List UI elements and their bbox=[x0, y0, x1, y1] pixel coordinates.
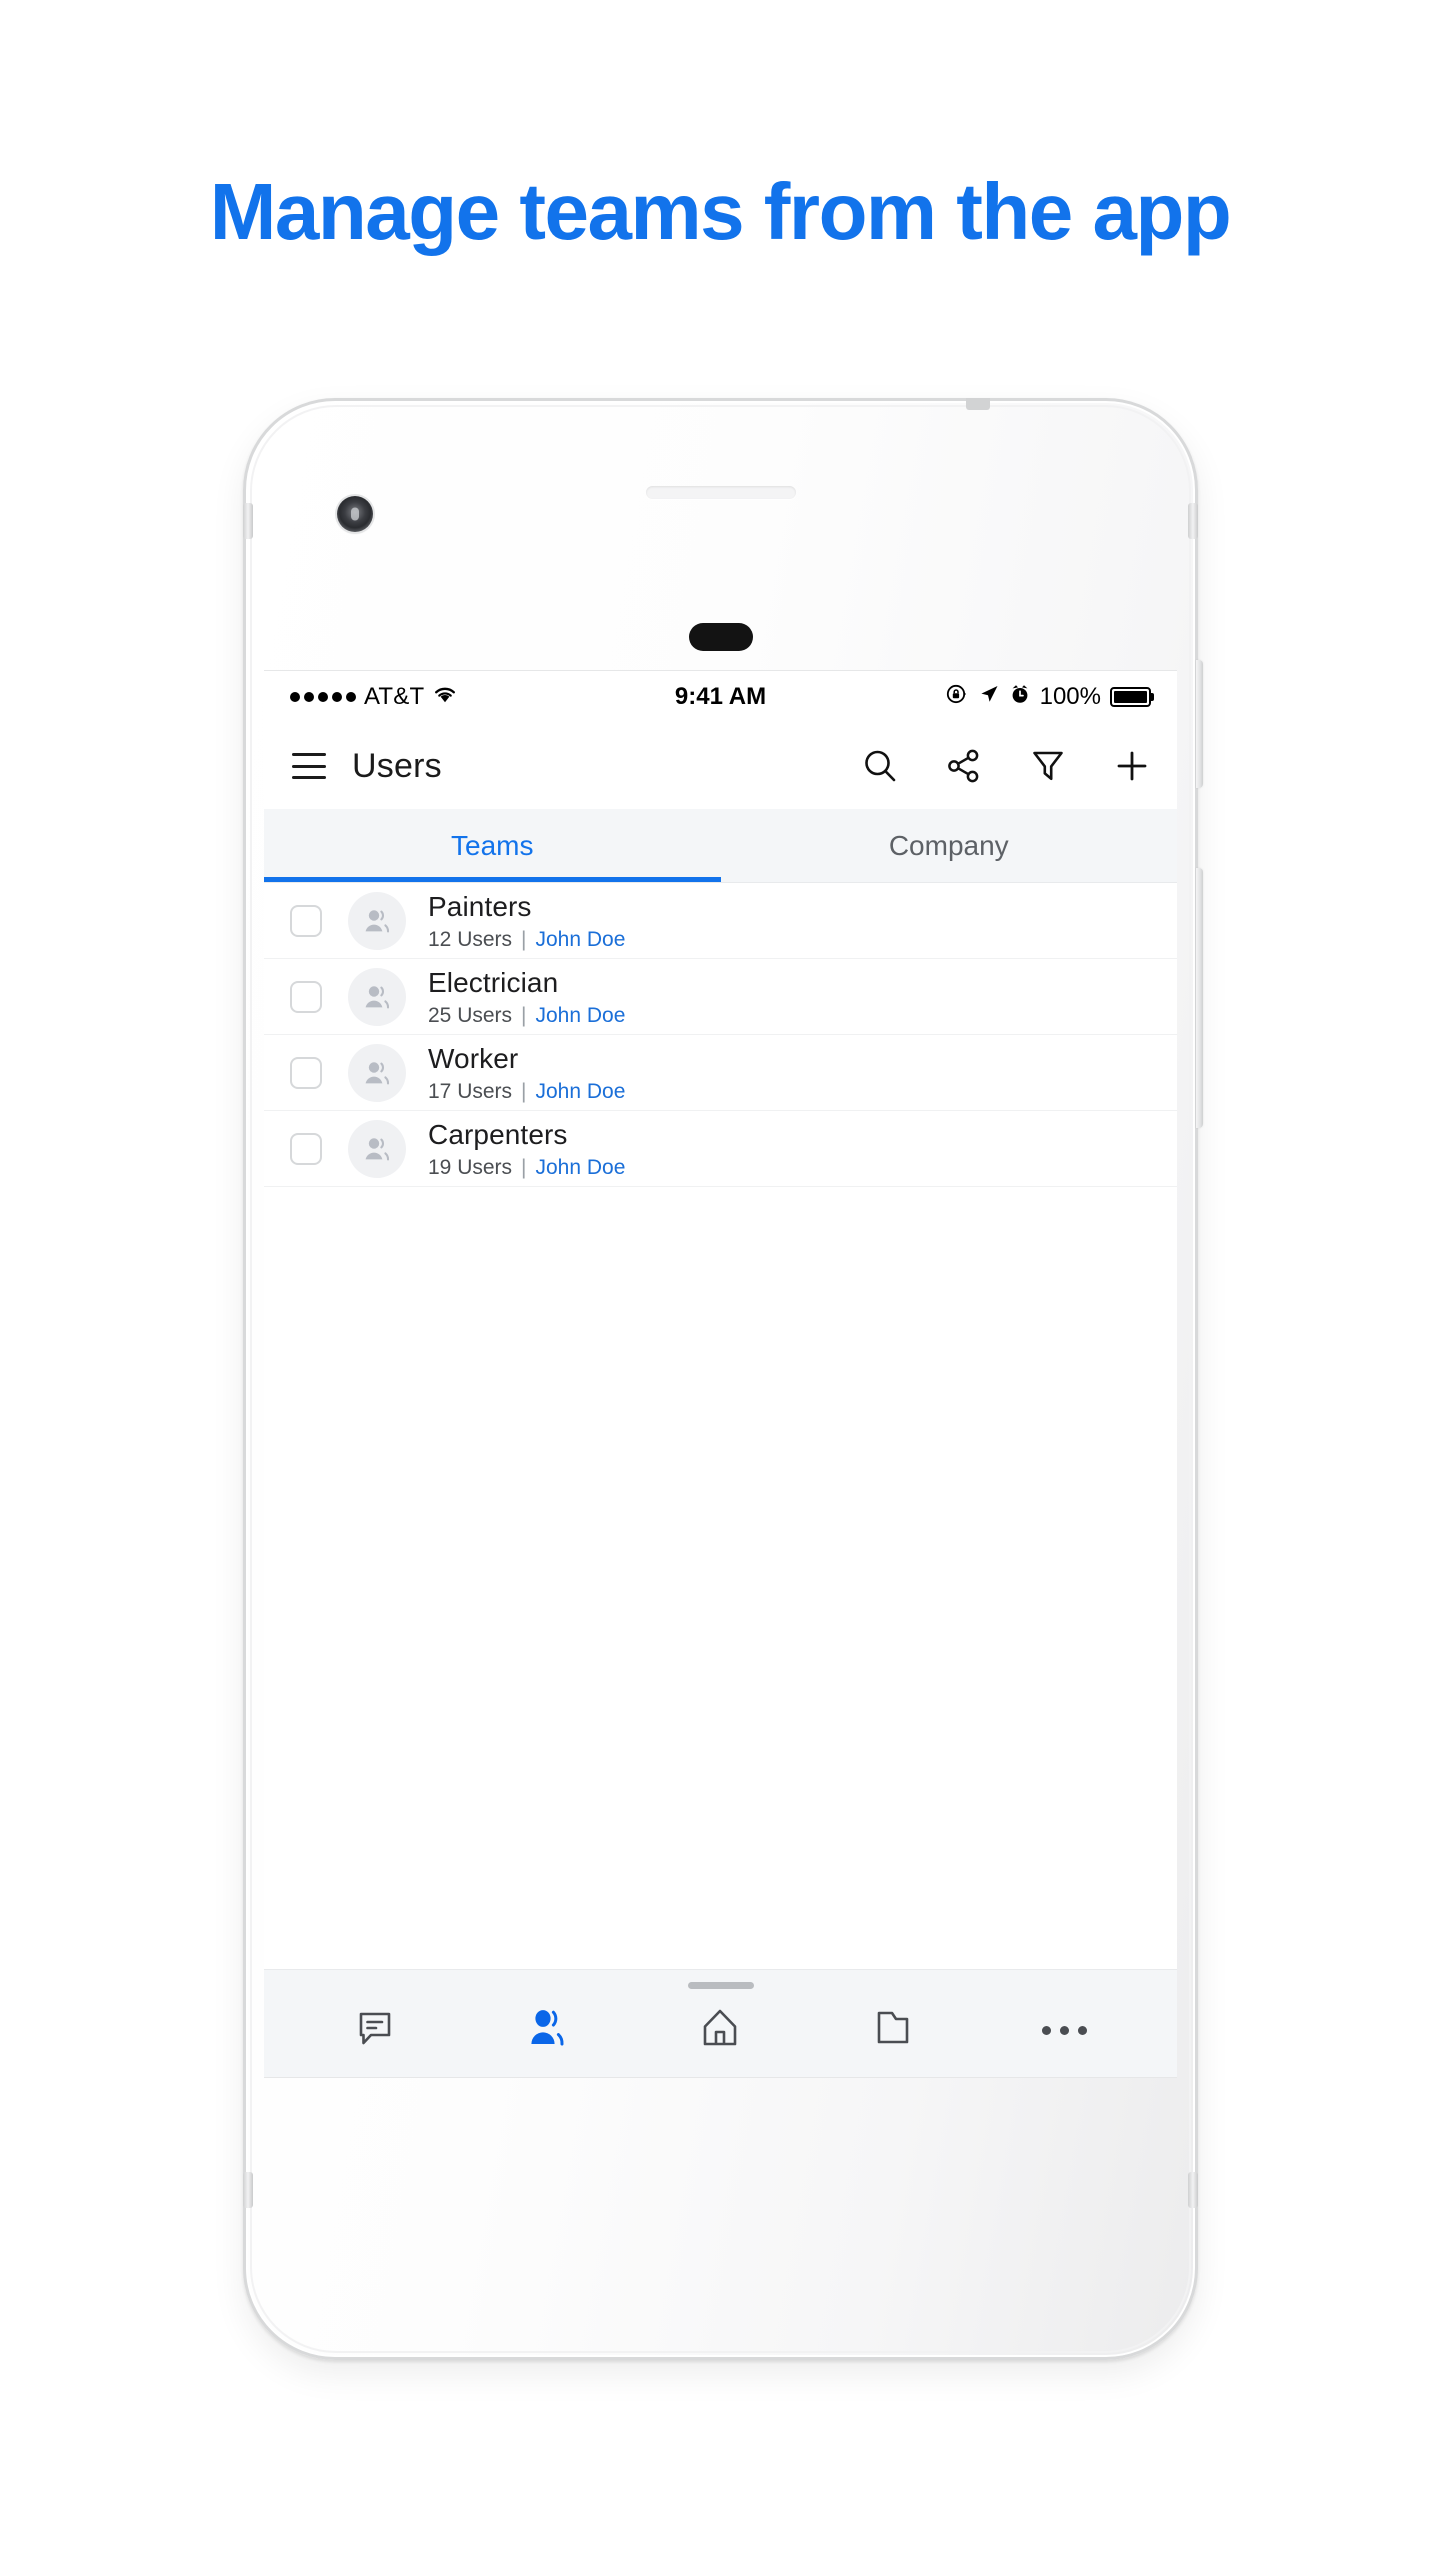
row-title: Painters bbox=[428, 890, 532, 922]
row-user-count: 12 Users bbox=[428, 927, 513, 951]
nav-item-home[interactable] bbox=[680, 1998, 760, 2064]
row-separator: | bbox=[521, 1003, 527, 1027]
nav-item-more[interactable] bbox=[1025, 1998, 1105, 2064]
tab-company[interactable]: Company bbox=[721, 809, 1178, 882]
add-icon[interactable] bbox=[1113, 747, 1151, 785]
folder-icon bbox=[870, 2005, 916, 2056]
drag-handle[interactable] bbox=[687, 1982, 754, 1989]
row-subtitle: 19 Users | John Doe bbox=[428, 1156, 625, 1179]
power-button[interactable] bbox=[1196, 868, 1203, 1128]
avatar bbox=[348, 1119, 406, 1178]
avatar bbox=[348, 967, 406, 1026]
wifi-icon bbox=[432, 683, 458, 711]
nav-item-files[interactable] bbox=[853, 1998, 933, 2064]
row-user-count: 19 Users bbox=[428, 1155, 513, 1179]
row-owner-link[interactable]: John Doe bbox=[536, 928, 626, 951]
bezel-accent-left-bottom bbox=[243, 2172, 253, 2208]
bezel-antenna-line bbox=[965, 398, 990, 410]
signal-strength-icon bbox=[290, 692, 356, 702]
battery-percent-label: 100% bbox=[1039, 683, 1101, 710]
app-bar: Users bbox=[264, 723, 1177, 809]
row-user-count: 17 Users bbox=[428, 1079, 513, 1103]
nav-item-people[interactable] bbox=[508, 1998, 588, 2064]
rotation-lock-icon bbox=[945, 682, 969, 713]
row-text: Worker 17 Users | John Doe bbox=[428, 1042, 625, 1103]
teams-list: Painters 12 Users | John Doe Electrician… bbox=[264, 883, 1177, 1187]
bezel-accent-right-top bbox=[1188, 503, 1198, 539]
bottom-navigation-bar bbox=[264, 1969, 1177, 2077]
app-bar-actions bbox=[861, 747, 1151, 785]
carrier-label: AT&T bbox=[364, 683, 425, 710]
home-icon bbox=[697, 2005, 743, 2056]
more-icon bbox=[1042, 2026, 1088, 2035]
alarm-clock-icon bbox=[1009, 683, 1031, 712]
search-icon[interactable] bbox=[861, 747, 899, 785]
bezel-accent-right-bottom bbox=[1188, 2172, 1198, 2208]
table-row[interactable]: Electrician 25 Users | John Doe bbox=[264, 959, 1177, 1035]
status-bar: AT&T 9:41 AM 100% bbox=[264, 671, 1177, 723]
volume-button[interactable] bbox=[1196, 660, 1203, 788]
row-separator: | bbox=[521, 927, 527, 951]
row-user-count: 25 Users bbox=[428, 1003, 513, 1027]
tab-bar: Teams Company bbox=[264, 809, 1177, 883]
row-title: Worker bbox=[428, 1042, 519, 1074]
hamburger-menu-icon[interactable] bbox=[292, 753, 326, 779]
phone-screen: AT&T 9:41 AM 100% Users Teams Company Pa… bbox=[264, 670, 1177, 2078]
tab-teams[interactable]: Teams bbox=[264, 809, 721, 882]
messages-icon bbox=[354, 2006, 398, 2055]
earpiece-speaker bbox=[645, 486, 796, 499]
bezel-accent-left-top bbox=[243, 503, 253, 539]
location-arrow-icon bbox=[978, 683, 1000, 712]
row-separator: | bbox=[521, 1155, 527, 1179]
nav-item-messages[interactable] bbox=[336, 1998, 416, 2064]
row-checkbox[interactable] bbox=[290, 904, 322, 937]
table-row[interactable]: Painters 12 Users | John Doe bbox=[264, 883, 1177, 959]
row-title: Electrician bbox=[428, 966, 559, 998]
row-owner-link[interactable]: John Doe bbox=[536, 1156, 626, 1179]
sensor-pill bbox=[688, 623, 753, 651]
people-icon bbox=[524, 2004, 572, 2057]
row-separator: | bbox=[521, 1079, 527, 1103]
row-subtitle: 17 Users | John Doe bbox=[428, 1080, 625, 1103]
row-subtitle: 12 Users | John Doe bbox=[428, 928, 625, 951]
tab-teams-label: Teams bbox=[451, 829, 534, 861]
tab-company-label: Company bbox=[888, 829, 1009, 861]
table-row[interactable]: Carpenters 19 Users | John Doe bbox=[264, 1111, 1177, 1187]
row-text: Carpenters 19 Users | John Doe bbox=[428, 1118, 625, 1179]
row-owner-link[interactable]: John Doe bbox=[536, 1080, 626, 1103]
share-icon[interactable] bbox=[945, 747, 983, 785]
app-bar-title: Users bbox=[352, 746, 442, 785]
status-bar-left: AT&T bbox=[290, 683, 458, 711]
row-checkbox[interactable] bbox=[290, 1056, 322, 1089]
front-camera-icon bbox=[337, 496, 373, 532]
row-subtitle: 25 Users | John Doe bbox=[428, 1004, 625, 1027]
status-bar-right: 100% bbox=[945, 682, 1151, 713]
row-text: Painters 12 Users | John Doe bbox=[428, 890, 625, 951]
avatar bbox=[348, 891, 406, 950]
avatar bbox=[348, 1043, 406, 1102]
row-owner-link[interactable]: John Doe bbox=[536, 1004, 626, 1027]
page-title: Manage teams from the app bbox=[209, 167, 1232, 256]
row-title: Carpenters bbox=[428, 1118, 568, 1150]
page-root: Manage teams from the app AT&T 9:41 AM 1… bbox=[0, 0, 1440, 2560]
table-row[interactable]: Worker 17 Users | John Doe bbox=[264, 1035, 1177, 1111]
battery-icon bbox=[1110, 687, 1151, 707]
row-checkbox[interactable] bbox=[290, 1132, 322, 1165]
row-text: Electrician 25 Users | John Doe bbox=[428, 966, 625, 1027]
filter-icon[interactable] bbox=[1029, 747, 1067, 785]
phone-device-mockup: AT&T 9:41 AM 100% Users Teams Company Pa… bbox=[243, 398, 1203, 2360]
row-checkbox[interactable] bbox=[290, 980, 322, 1013]
